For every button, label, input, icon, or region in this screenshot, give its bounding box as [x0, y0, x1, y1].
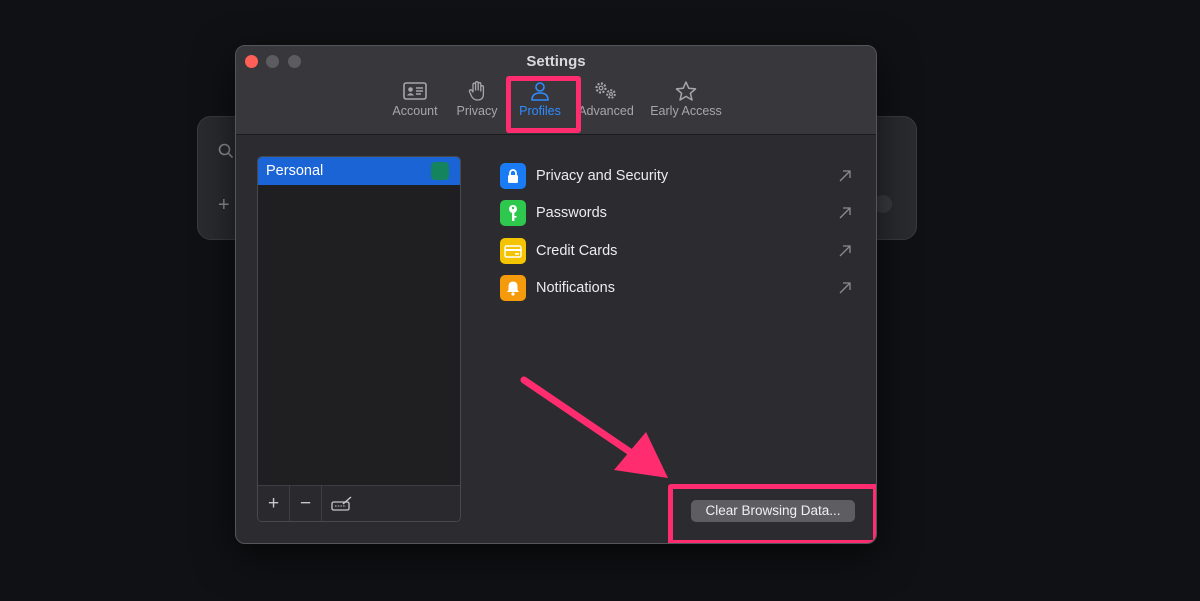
search-icon: [218, 143, 234, 159]
settings-window: Settings Account Privacy Profiles Advanc…: [235, 45, 877, 544]
annotation-arrow-icon: [520, 376, 668, 478]
plus-icon: +: [218, 194, 230, 216]
